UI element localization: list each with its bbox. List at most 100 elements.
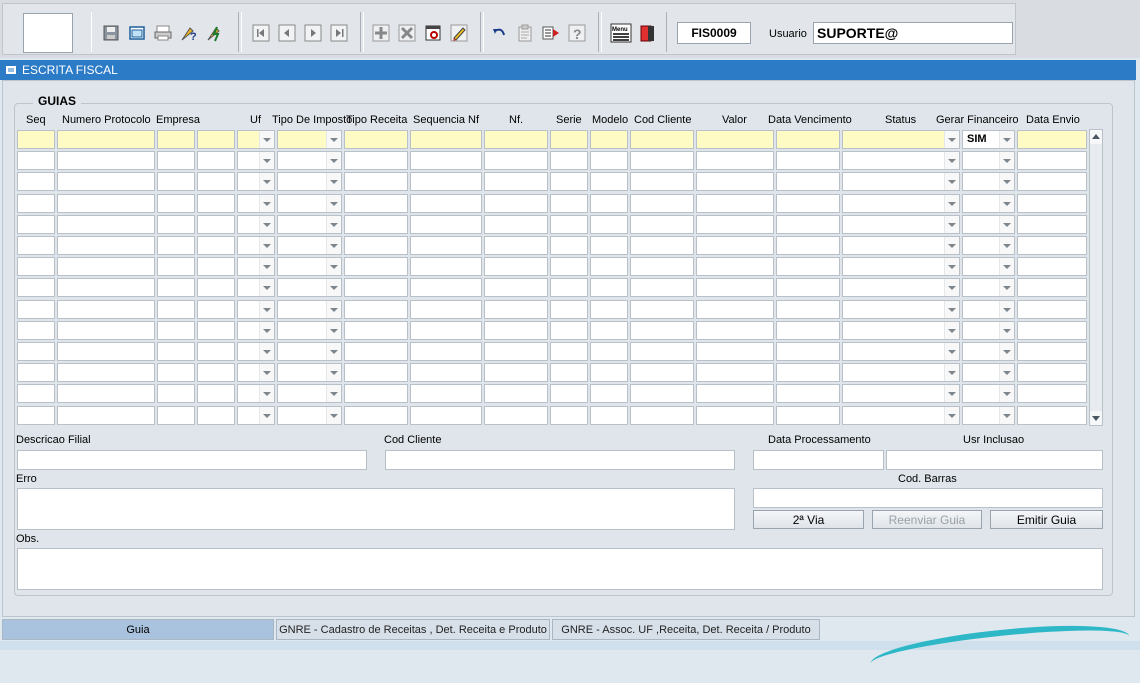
cell-sequencia-nf-row-6[interactable]: [410, 236, 482, 255]
cell-modelo-row-2[interactable]: [590, 151, 628, 170]
cell-serie-row-4[interactable]: [550, 194, 588, 213]
cell-gerar-financeiro-row-9[interactable]: [962, 300, 1015, 319]
chevron-down-icon[interactable]: [948, 180, 956, 184]
cell-data-vencimento-row-2[interactable]: [776, 151, 840, 170]
cell-uf-row-1[interactable]: [237, 130, 275, 149]
cell-empresa-desc-row-7[interactable]: [197, 257, 235, 276]
chevron-down-icon[interactable]: [263, 414, 271, 418]
cell-empresa-row-12[interactable]: [157, 363, 195, 382]
cell-data-vencimento-row-4[interactable]: [776, 194, 840, 213]
cell-numero-protocolo-row-5[interactable]: [57, 215, 155, 234]
cell-serie-row-12[interactable]: [550, 363, 588, 382]
edit-icon[interactable]: [448, 22, 470, 44]
cell-sequencia-nf-row-5[interactable]: [410, 215, 482, 234]
cell-modelo-row-7[interactable]: [590, 257, 628, 276]
cell-modelo-row-4[interactable]: [590, 194, 628, 213]
menu-icon[interactable]: Menu: [610, 22, 632, 44]
cell-tipo-receita-row-5[interactable]: [344, 215, 408, 234]
cell-nf-row-14[interactable]: [484, 406, 548, 425]
chevron-down-icon[interactable]: [1003, 286, 1011, 290]
cell-data-envio-row-9[interactable]: [1017, 300, 1087, 319]
cell-seq-row-2[interactable]: [17, 151, 55, 170]
cell-numero-protocolo-row-13[interactable]: [57, 384, 155, 403]
cell-seq-row-14[interactable]: [17, 406, 55, 425]
cell-seq-row-7[interactable]: [17, 257, 55, 276]
cell-gerar-financeiro-row-14[interactable]: [962, 406, 1015, 425]
cell-nf-row-7[interactable]: [484, 257, 548, 276]
chevron-down-icon[interactable]: [330, 350, 338, 354]
chevron-down-icon[interactable]: [948, 265, 956, 269]
emitir-guia-button[interactable]: Emitir Guia: [990, 510, 1103, 529]
cell-tipo-de-imposto-row-1[interactable]: [277, 130, 342, 149]
cell-gerar-financeiro-row-13[interactable]: [962, 384, 1015, 403]
cell-cod-cliente-row-10[interactable]: [630, 321, 694, 340]
cell-numero-protocolo-row-10[interactable]: [57, 321, 155, 340]
cell-serie-row-7[interactable]: [550, 257, 588, 276]
erro-field[interactable]: [17, 488, 735, 530]
cell-serie-row-1[interactable]: [550, 130, 588, 149]
cell-tipo-receita-row-3[interactable]: [344, 172, 408, 191]
cell-empresa-row-5[interactable]: [157, 215, 195, 234]
cell-valor-row-14[interactable]: [696, 406, 774, 425]
cell-cod-cliente-row-5[interactable]: [630, 215, 694, 234]
cell-empresa-row-9[interactable]: [157, 300, 195, 319]
cell-data-envio-row-13[interactable]: [1017, 384, 1087, 403]
chevron-down-icon[interactable]: [948, 350, 956, 354]
cell-modelo-row-1[interactable]: [590, 130, 628, 149]
chevron-down-icon[interactable]: [1003, 350, 1011, 354]
cell-tipo-de-imposto-row-4[interactable]: [277, 194, 342, 213]
cell-data-envio-row-8[interactable]: [1017, 278, 1087, 297]
cell-seq-row-12[interactable]: [17, 363, 55, 382]
cell-data-envio-row-5[interactable]: [1017, 215, 1087, 234]
chevron-down-icon[interactable]: [263, 286, 271, 290]
cell-tipo-receita-row-1[interactable]: [344, 130, 408, 149]
cell-status-row-3[interactable]: [842, 172, 960, 191]
obs-field[interactable]: [17, 548, 1103, 590]
cell-tipo-de-imposto-row-9[interactable]: [277, 300, 342, 319]
cell-nf-row-1[interactable]: [484, 130, 548, 149]
cell-status-row-12[interactable]: [842, 363, 960, 382]
cell-modelo-row-6[interactable]: [590, 236, 628, 255]
cell-status-row-4[interactable]: [842, 194, 960, 213]
delete-record-icon[interactable]: [396, 22, 418, 44]
cell-serie-row-10[interactable]: [550, 321, 588, 340]
cell-data-vencimento-row-13[interactable]: [776, 384, 840, 403]
cell-uf-row-8[interactable]: [237, 278, 275, 297]
cell-gerar-financeiro-row-7[interactable]: [962, 257, 1015, 276]
cell-seq-row-5[interactable]: [17, 215, 55, 234]
chevron-down-icon[interactable]: [263, 350, 271, 354]
cell-serie-row-9[interactable]: [550, 300, 588, 319]
chevron-down-icon[interactable]: [330, 371, 338, 375]
execute-query-icon[interactable]: [204, 22, 226, 44]
cell-gerar-financeiro-row-5[interactable]: [962, 215, 1015, 234]
cell-status-row-7[interactable]: [842, 257, 960, 276]
cell-uf-row-7[interactable]: [237, 257, 275, 276]
cell-data-vencimento-row-10[interactable]: [776, 321, 840, 340]
chevron-down-icon[interactable]: [1003, 202, 1011, 206]
cell-tipo-de-imposto-row-13[interactable]: [277, 384, 342, 403]
print-icon[interactable]: [152, 22, 174, 44]
chevron-down-icon[interactable]: [948, 414, 956, 418]
chevron-down-icon[interactable]: [330, 414, 338, 418]
cell-modelo-row-3[interactable]: [590, 172, 628, 191]
cell-valor-row-3[interactable]: [696, 172, 774, 191]
cell-numero-protocolo-row-8[interactable]: [57, 278, 155, 297]
cell-tipo-de-imposto-row-5[interactable]: [277, 215, 342, 234]
cell-seq-row-13[interactable]: [17, 384, 55, 403]
cell-empresa-row-10[interactable]: [157, 321, 195, 340]
chevron-down-icon[interactable]: [330, 202, 338, 206]
cell-data-vencimento-row-3[interactable]: [776, 172, 840, 191]
cell-nf-row-9[interactable]: [484, 300, 548, 319]
chevron-down-icon[interactable]: [330, 138, 338, 142]
cell-sequencia-nf-row-8[interactable]: [410, 278, 482, 297]
cell-cod-cliente-row-12[interactable]: [630, 363, 694, 382]
cell-data-envio-row-4[interactable]: [1017, 194, 1087, 213]
cell-serie-row-11[interactable]: [550, 342, 588, 361]
cell-empresa-desc-row-14[interactable]: [197, 406, 235, 425]
window-icon[interactable]: [126, 22, 148, 44]
cell-sequencia-nf-row-12[interactable]: [410, 363, 482, 382]
cell-tipo-de-imposto-row-14[interactable]: [277, 406, 342, 425]
chevron-down-icon[interactable]: [948, 371, 956, 375]
cell-data-vencimento-row-7[interactable]: [776, 257, 840, 276]
cell-cod-cliente-row-4[interactable]: [630, 194, 694, 213]
